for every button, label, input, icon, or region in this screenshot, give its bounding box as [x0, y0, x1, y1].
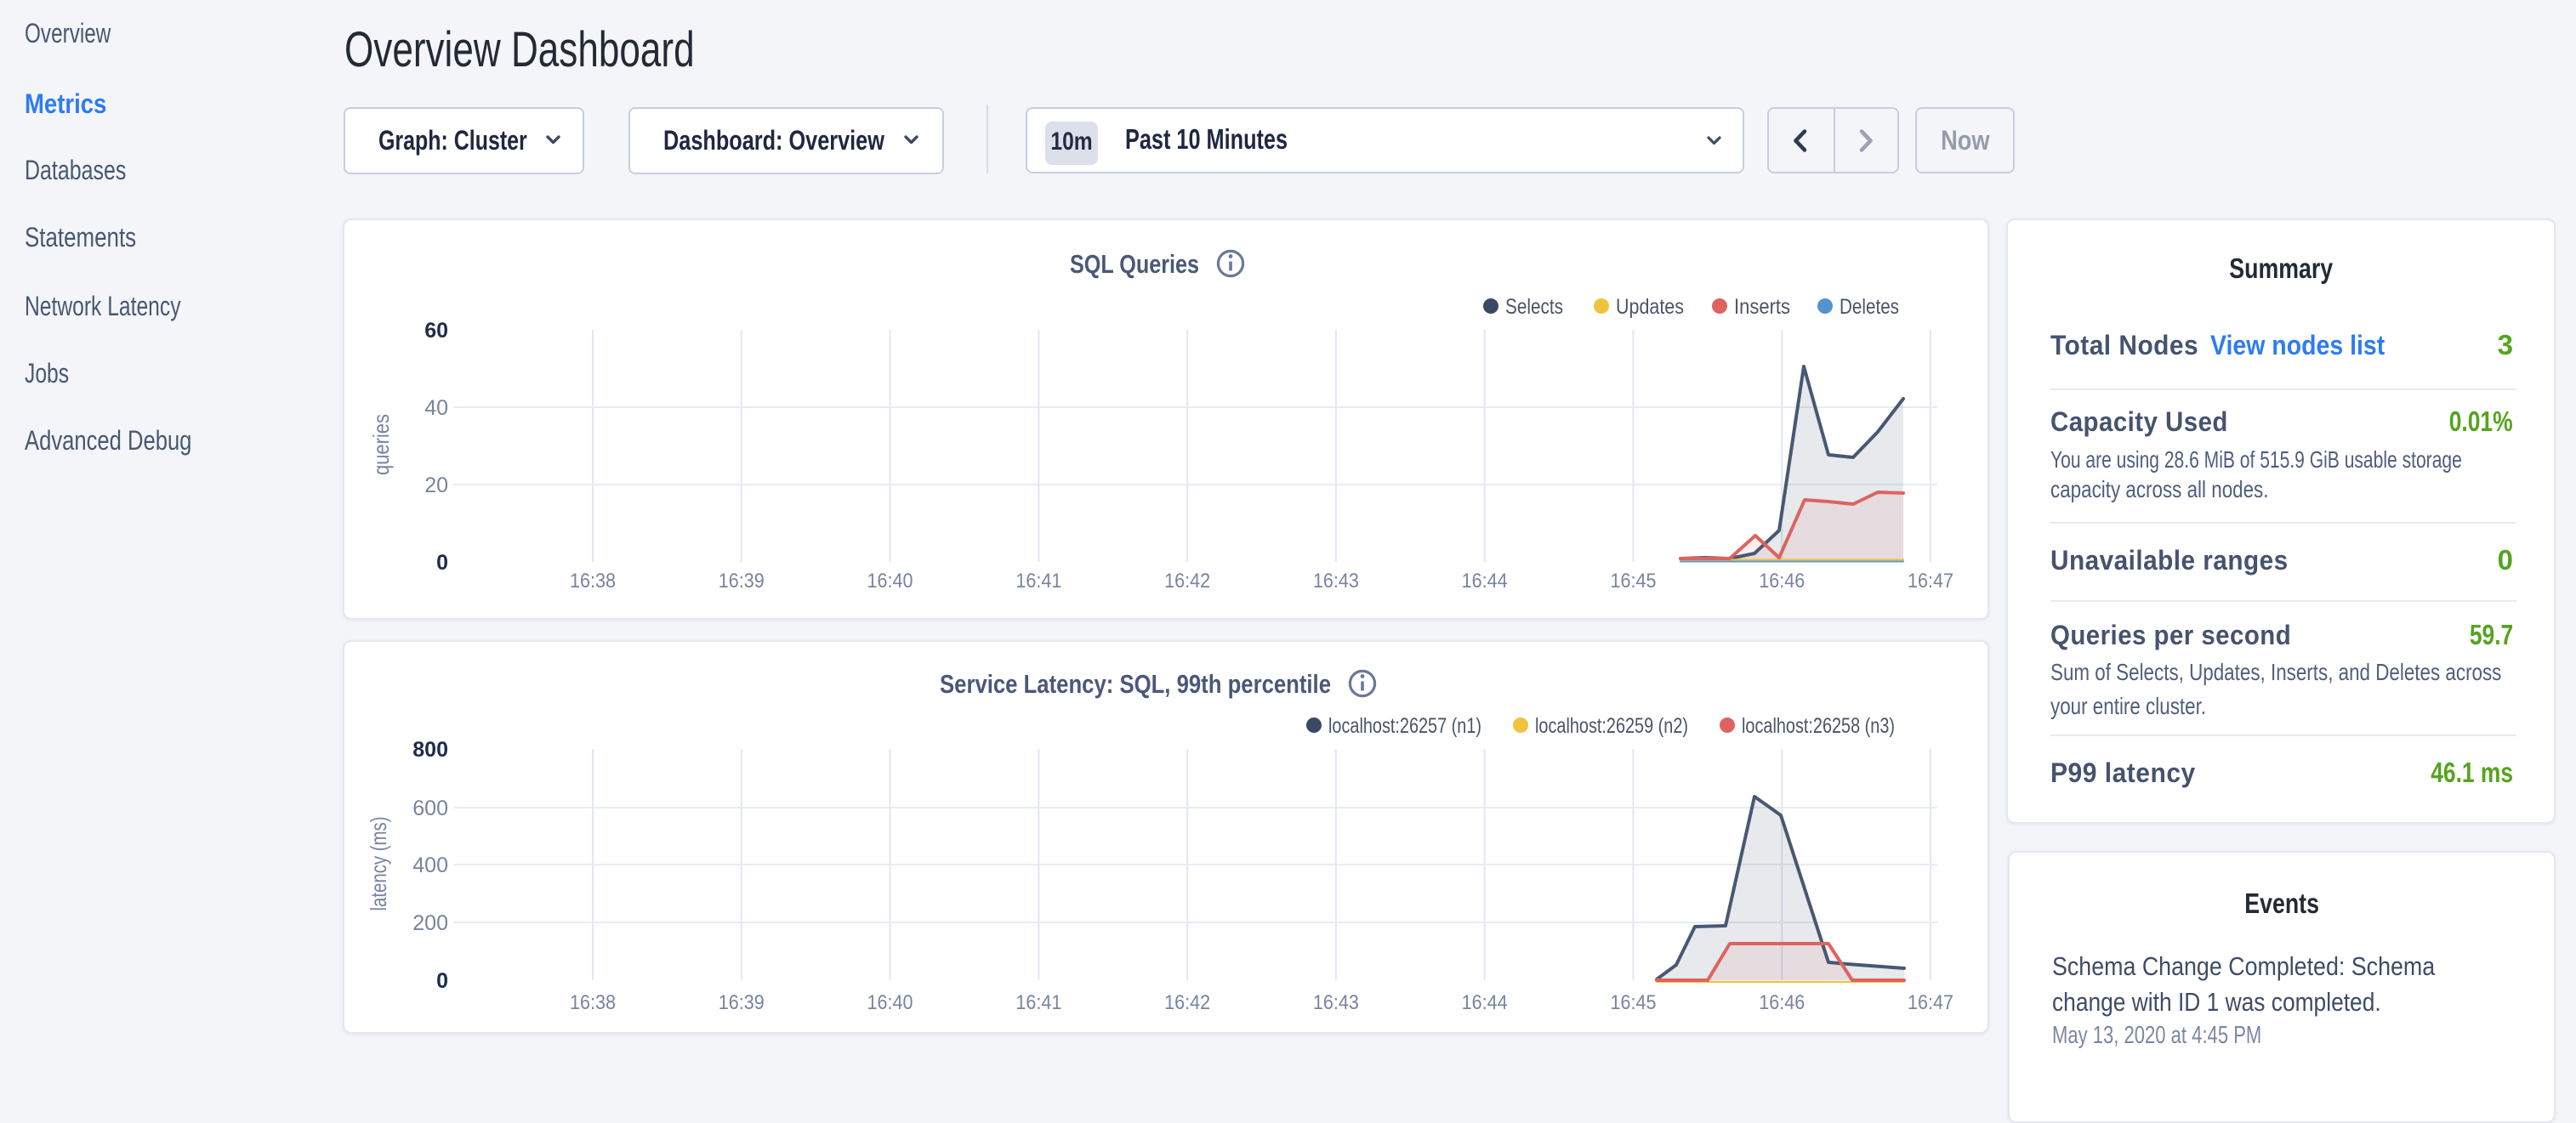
svg-text:16:46: 16:46	[1759, 991, 1805, 1014]
svg-text:Updates: Updates	[1616, 295, 1684, 319]
svg-text:16:38: 16:38	[570, 570, 616, 593]
svg-text:0: 0	[436, 969, 448, 993]
svg-text:latency (ms): latency (ms)	[366, 817, 391, 911]
svg-text:16:38: 16:38	[570, 991, 616, 1014]
svg-text:localhost:26258 (n3): localhost:26258 (n3)	[1742, 714, 1895, 738]
svg-text:200: 200	[412, 911, 448, 935]
svg-text:60: 60	[424, 319, 448, 343]
svg-text:600: 600	[412, 797, 448, 820]
svg-text:0: 0	[436, 551, 448, 575]
svg-text:16:39: 16:39	[719, 570, 765, 593]
svg-text:16:40: 16:40	[867, 570, 913, 593]
svg-text:16:44: 16:44	[1462, 991, 1508, 1014]
svg-text:16:46: 16:46	[1759, 570, 1805, 593]
svg-text:localhost:26257 (n1): localhost:26257 (n1)	[1328, 714, 1481, 738]
svg-text:16:42: 16:42	[1164, 991, 1210, 1014]
svg-text:400: 400	[412, 854, 448, 877]
svg-text:16:40: 16:40	[867, 991, 913, 1014]
svg-text:16:43: 16:43	[1313, 991, 1359, 1014]
svg-text:16:43: 16:43	[1313, 570, 1359, 593]
svg-text:16:44: 16:44	[1462, 570, 1508, 593]
svg-text:SQL Queries: SQL Queries	[1070, 249, 1199, 279]
svg-text:Selects: Selects	[1505, 295, 1563, 319]
svg-text:16:47: 16:47	[1908, 991, 1953, 1014]
svg-text:16:39: 16:39	[719, 991, 765, 1014]
svg-text:queries: queries	[368, 414, 394, 475]
svg-text:16:41: 16:41	[1015, 991, 1061, 1014]
svg-text:16:47: 16:47	[1908, 570, 1953, 593]
svg-text:16:41: 16:41	[1015, 570, 1061, 593]
svg-text:40: 40	[424, 396, 448, 420]
svg-text:Inserts: Inserts	[1734, 295, 1790, 319]
svg-text:800: 800	[412, 738, 448, 762]
svg-text:16:45: 16:45	[1610, 570, 1656, 593]
svg-text:Service Latency: SQL, 99th per: Service Latency: SQL, 99th percentile	[940, 669, 1331, 699]
svg-text:16:45: 16:45	[1610, 991, 1656, 1014]
svg-text:localhost:26259 (n2): localhost:26259 (n2)	[1535, 714, 1688, 738]
svg-text:20: 20	[424, 474, 448, 497]
svg-text:Deletes: Deletes	[1840, 295, 1899, 319]
svg-text:16:42: 16:42	[1164, 570, 1210, 593]
